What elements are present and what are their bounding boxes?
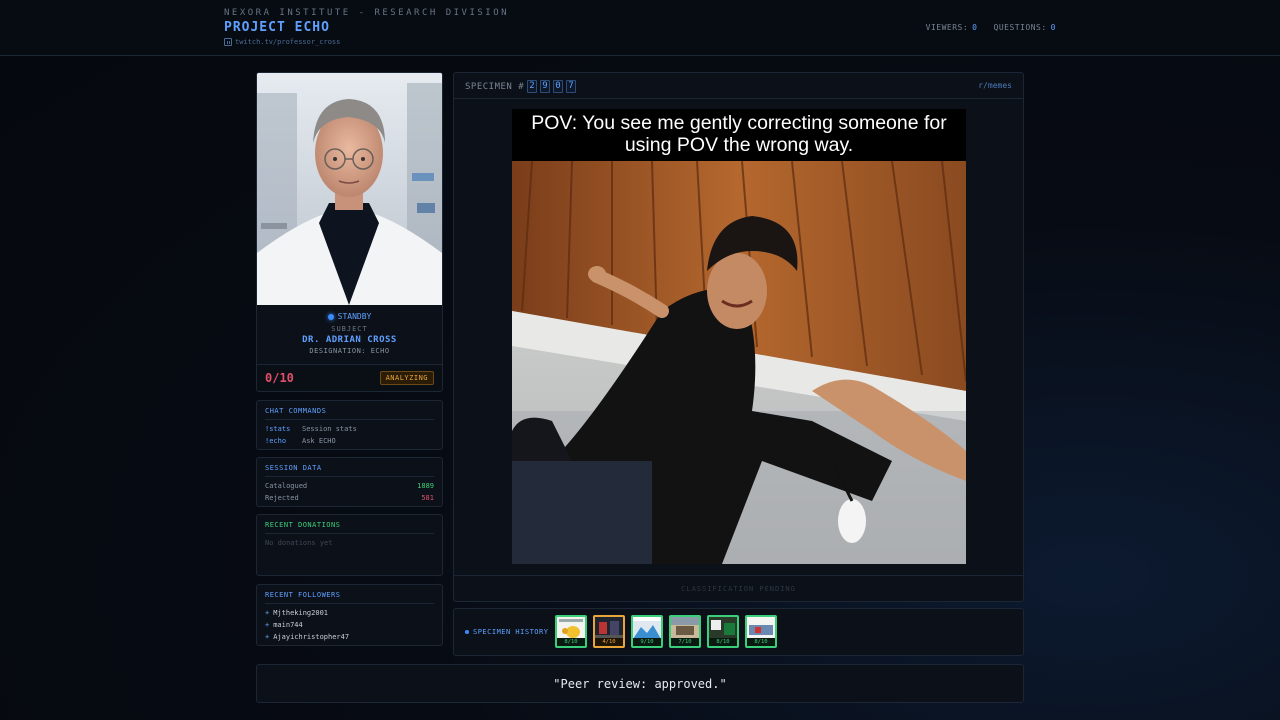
subject-designation: DESIGNATION: ECHO [309, 347, 390, 355]
thumbnail-score: 8/10 [747, 638, 775, 646]
questions-count: 0 [1050, 23, 1056, 32]
subject-label: SUBJECT [331, 325, 368, 333]
catalogued-value: 1889 [417, 482, 434, 490]
chat-commands-panel: CHAT COMMANDS !stats Session stats !echo… [256, 400, 443, 450]
viewers-stat: VIEWERS: 0 [926, 23, 978, 32]
subject-info: STANDBY SUBJECT DR. ADRIAN CROSS DESIGNA… [257, 306, 442, 364]
specimen-panel: SPECIMEN # 2 9 0 7 r/memes POV: You see … [453, 72, 1024, 602]
specimen-digit: 7 [566, 80, 577, 93]
rejected-label: Rejected [265, 494, 299, 502]
specimen-digit: 9 [540, 80, 551, 93]
questions-label: QUESTIONS: [993, 23, 1047, 32]
viewers-label: VIEWERS: [925, 23, 969, 32]
recent-followers-title: RECENT FOLLOWERS [265, 591, 434, 604]
meme-caption-line: using POV the wrong way. [624, 134, 854, 156]
status-text: STANDBY [337, 312, 372, 321]
thumbnail-score: 8/10 [709, 638, 737, 646]
meme-caption-line: POV: You see me gently correcting someon… [531, 112, 947, 134]
thumbnail-score: 4/10 [595, 638, 623, 646]
classification-status: CLASSIFICATION PENDING [454, 575, 1023, 601]
command-desc: Ask ECHO [302, 437, 336, 445]
history-thumbnail[interactable]: 7/10 [669, 615, 701, 648]
catalogued-label: Catalogued [265, 482, 308, 490]
follower-name: main744 [273, 621, 303, 629]
thumbnail-score: 7/10 [671, 638, 699, 646]
rejected-row: Rejected 581 [265, 494, 434, 502]
follower-name: Mjtheking2001 [273, 609, 329, 617]
specimen-digit: 2 [527, 80, 538, 93]
history-thumbnail[interactable]: 8/10 [707, 615, 739, 648]
command-key: !stats [265, 425, 291, 433]
session-data-title: SESSION DATA [265, 464, 434, 477]
thumbnail-score: 8/10 [557, 638, 585, 646]
catalogued-row: Catalogued 1889 [265, 482, 434, 490]
plus-icon: + [265, 609, 270, 617]
specimen-header: SPECIMEN # 2 9 0 7 r/memes [454, 73, 1023, 99]
project-title: PROJECT ECHO [224, 20, 330, 35]
org-name: NEXORA INSTITUTE - RESEARCH DIVISION [224, 8, 510, 18]
subject-card: STANDBY SUBJECT DR. ADRIAN CROSS DESIGNA… [256, 72, 443, 392]
follower-item: + Ajayichristopher47 [265, 633, 434, 641]
echo-quote: "Peer review: approved." [553, 677, 727, 691]
thumbnail-image [747, 617, 775, 639]
session-data-panel: SESSION DATA Catalogued 1889 Rejected 58… [256, 457, 443, 507]
follower-item: + Mjtheking2001 [265, 609, 434, 617]
thumbnail-image [557, 617, 585, 639]
thumbnail-image [595, 617, 623, 639]
rejected-value: 581 [421, 494, 434, 502]
command-row: !echo Ask ECHO [265, 437, 434, 445]
twitch-icon [224, 38, 232, 46]
current-score: 0/10 [265, 371, 294, 385]
specimen-history-label: SPECIMEN HISTORY [473, 628, 549, 636]
specimen-label-text: SPECIMEN # [465, 81, 525, 92]
thumbnail-score: 9/10 [633, 638, 661, 646]
meme-photo-image [512, 161, 966, 564]
specimen-history-panel: SPECIMEN HISTORY 8/10 4/10 9/10 7/10 8/1… [453, 608, 1024, 656]
score-row: 0/10 ANALYZING [257, 364, 442, 391]
subject-portrait [257, 73, 442, 305]
meme-caption: POV: You see me gently correcting someon… [512, 109, 966, 161]
recent-donations-title: RECENT DONATIONS [265, 521, 434, 534]
recent-donations-panel: RECENT DONATIONS No donations yet [256, 514, 443, 576]
status-dot-icon [327, 313, 334, 320]
donations-empty-text: No donations yet [265, 539, 333, 547]
status-indicator: STANDBY [257, 312, 442, 321]
channel-link[interactable]: twitch.tv/professor_cross [224, 38, 340, 46]
subject-name: DR. ADRIAN CROSS [302, 335, 397, 345]
thumbnail-image [709, 617, 737, 639]
echo-quote-panel: "Peer review: approved." [256, 664, 1024, 703]
thumbnail-image [633, 617, 661, 639]
recent-followers-panel: RECENT FOLLOWERS + Mjtheking2001 + main744… [256, 584, 443, 646]
command-key: !echo [265, 437, 287, 445]
command-row: !stats Session stats [265, 425, 434, 433]
history-thumbnail[interactable]: 4/10 [593, 615, 625, 648]
viewers-count: 0 [972, 23, 978, 32]
follower-name: Ajayichristopher47 [273, 633, 350, 641]
history-thumbnails: 8/10 4/10 9/10 7/10 8/10 8/10 [555, 615, 777, 648]
plus-icon: + [265, 621, 270, 629]
portrait-image [257, 73, 442, 305]
follower-item: + main744 [265, 621, 434, 629]
specimen-digit: 0 [553, 80, 564, 93]
header-stats: VIEWERS: 0 QUESTIONS: 0 [926, 23, 1056, 32]
history-thumbnail[interactable]: 8/10 [745, 615, 777, 648]
analyzing-badge: ANALYZING [379, 371, 434, 385]
chat-commands-title: CHAT COMMANDS [265, 407, 434, 420]
source-subreddit[interactable]: r/memes [978, 81, 1012, 90]
history-thumbnail[interactable]: 8/10 [555, 615, 587, 648]
meme-image: POV: You see me gently correcting someon… [512, 109, 966, 564]
channel-link-text[interactable]: twitch.tv/professor_cross [235, 38, 340, 46]
history-dot-icon [465, 630, 469, 634]
history-thumbnail[interactable]: 9/10 [631, 615, 663, 648]
thumbnail-image [671, 617, 699, 639]
top-header: NEXORA INSTITUTE - RESEARCH DIVISION PRO… [0, 0, 1280, 56]
specimen-number: SPECIMEN # 2 9 0 7 [465, 80, 577, 93]
plus-icon: + [265, 633, 270, 641]
specimen-history-title: SPECIMEN HISTORY [465, 628, 548, 636]
command-desc: Session stats [302, 425, 357, 433]
meme-photo [512, 161, 966, 564]
questions-stat: QUESTIONS: 0 [994, 23, 1057, 32]
